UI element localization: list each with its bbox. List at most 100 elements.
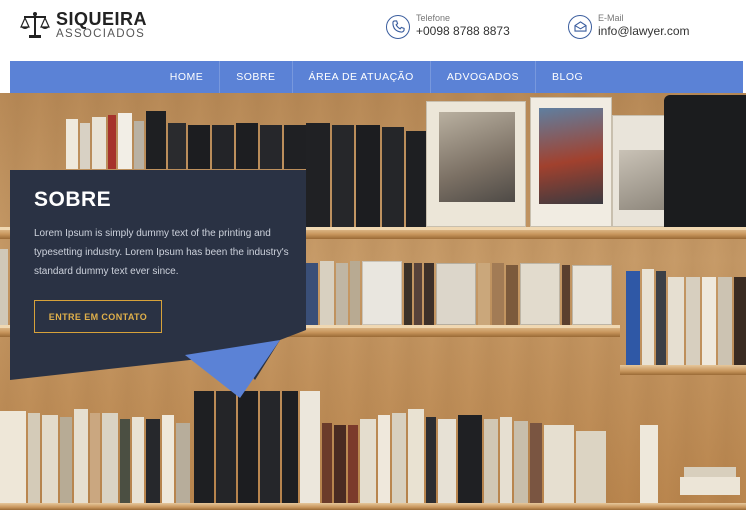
book xyxy=(260,125,282,169)
book xyxy=(238,391,258,507)
book xyxy=(668,277,684,365)
book xyxy=(188,125,210,169)
book xyxy=(176,423,190,507)
about-card: SOBRE Lorem Ipsum is simply dummy text o… xyxy=(10,170,306,398)
book xyxy=(90,413,100,507)
logo-subtitle: ASSOCIADOS xyxy=(56,28,146,40)
book xyxy=(530,423,542,507)
book xyxy=(392,413,406,507)
book xyxy=(102,413,118,507)
scales-of-justice-icon xyxy=(20,12,50,39)
book xyxy=(702,277,716,365)
nav-item-advogados[interactable]: ADVOGADOS xyxy=(431,61,537,93)
nav-item-home[interactable]: HOME xyxy=(154,61,221,93)
book xyxy=(414,263,422,325)
book xyxy=(356,125,380,227)
book xyxy=(28,413,40,507)
art-book-cover xyxy=(426,101,526,227)
art-book-cover xyxy=(612,115,672,227)
book xyxy=(42,415,58,507)
main-nav: HOME SOBRE ÁREA DE ATUAÇÃO ADVOGADOS BLO… xyxy=(10,61,743,93)
book xyxy=(378,415,390,507)
book xyxy=(640,425,658,507)
book xyxy=(284,125,306,169)
book xyxy=(656,271,666,365)
book xyxy=(500,417,512,507)
book xyxy=(572,265,612,325)
book xyxy=(212,125,234,169)
book xyxy=(680,477,740,495)
book xyxy=(458,415,482,507)
book xyxy=(626,271,640,365)
book xyxy=(350,261,360,325)
phone-icon xyxy=(386,14,410,39)
logo-name: SIQUEIRA xyxy=(56,9,148,29)
book xyxy=(484,419,498,507)
book xyxy=(382,127,404,227)
email-label: E-Mail xyxy=(598,13,624,23)
book xyxy=(642,269,654,365)
book xyxy=(118,113,132,169)
email-address[interactable]: info@lawyer.com xyxy=(598,24,690,40)
book xyxy=(132,417,144,507)
art-book-cover xyxy=(530,97,612,227)
book xyxy=(686,277,700,365)
book xyxy=(408,409,424,507)
phone-contact: Telefone +0098 8788 8873 xyxy=(386,13,510,40)
contact-button[interactable]: ENTRE EM CONTATO xyxy=(34,300,162,333)
nav-item-blog[interactable]: BLOG xyxy=(536,61,599,93)
book xyxy=(506,265,518,325)
shelf xyxy=(0,503,746,510)
book xyxy=(282,391,298,507)
book xyxy=(236,123,258,169)
book xyxy=(562,265,570,325)
book xyxy=(332,125,354,227)
phone-label: Telefone xyxy=(416,13,451,23)
book xyxy=(168,123,186,169)
shelf xyxy=(620,365,746,375)
book xyxy=(718,277,732,365)
book xyxy=(0,249,8,331)
book xyxy=(360,419,376,507)
nav-item-area-de-atuacao[interactable]: ÁREA DE ATUAÇÃO xyxy=(293,61,431,93)
book xyxy=(194,391,214,507)
book xyxy=(74,409,88,507)
book xyxy=(438,419,456,507)
book xyxy=(216,391,236,507)
book xyxy=(492,263,504,325)
book xyxy=(734,277,746,365)
book xyxy=(362,261,402,325)
book xyxy=(146,419,160,507)
book xyxy=(406,131,426,227)
book xyxy=(436,263,476,325)
speaker xyxy=(664,95,746,227)
book xyxy=(478,263,490,325)
book xyxy=(404,263,412,325)
mail-icon xyxy=(568,14,592,39)
book xyxy=(576,431,606,507)
book xyxy=(60,417,72,507)
book xyxy=(520,263,560,325)
book xyxy=(306,263,318,325)
book xyxy=(300,391,320,507)
book xyxy=(322,423,332,507)
logo[interactable]: SIQUEIRA ASSOCIADOS xyxy=(20,10,147,41)
book xyxy=(260,391,280,507)
book xyxy=(66,119,78,169)
card-description: Lorem Ipsum is simply dummy text of the … xyxy=(34,228,289,277)
nav-item-sobre[interactable]: SOBRE xyxy=(220,61,293,93)
book xyxy=(684,467,736,477)
phone-number[interactable]: +0098 8788 8873 xyxy=(416,24,510,40)
site-header: SIQUEIRA ASSOCIADOS Telefone +0098 8788 … xyxy=(0,0,746,62)
book xyxy=(92,117,106,169)
book xyxy=(146,111,166,169)
book xyxy=(108,115,116,169)
book xyxy=(424,263,434,325)
book xyxy=(544,425,574,507)
book xyxy=(334,425,346,507)
book xyxy=(336,263,348,325)
book xyxy=(134,121,144,169)
book xyxy=(320,261,334,325)
email-contact: E-Mail info@lawyer.com xyxy=(568,13,690,40)
book xyxy=(0,411,26,507)
